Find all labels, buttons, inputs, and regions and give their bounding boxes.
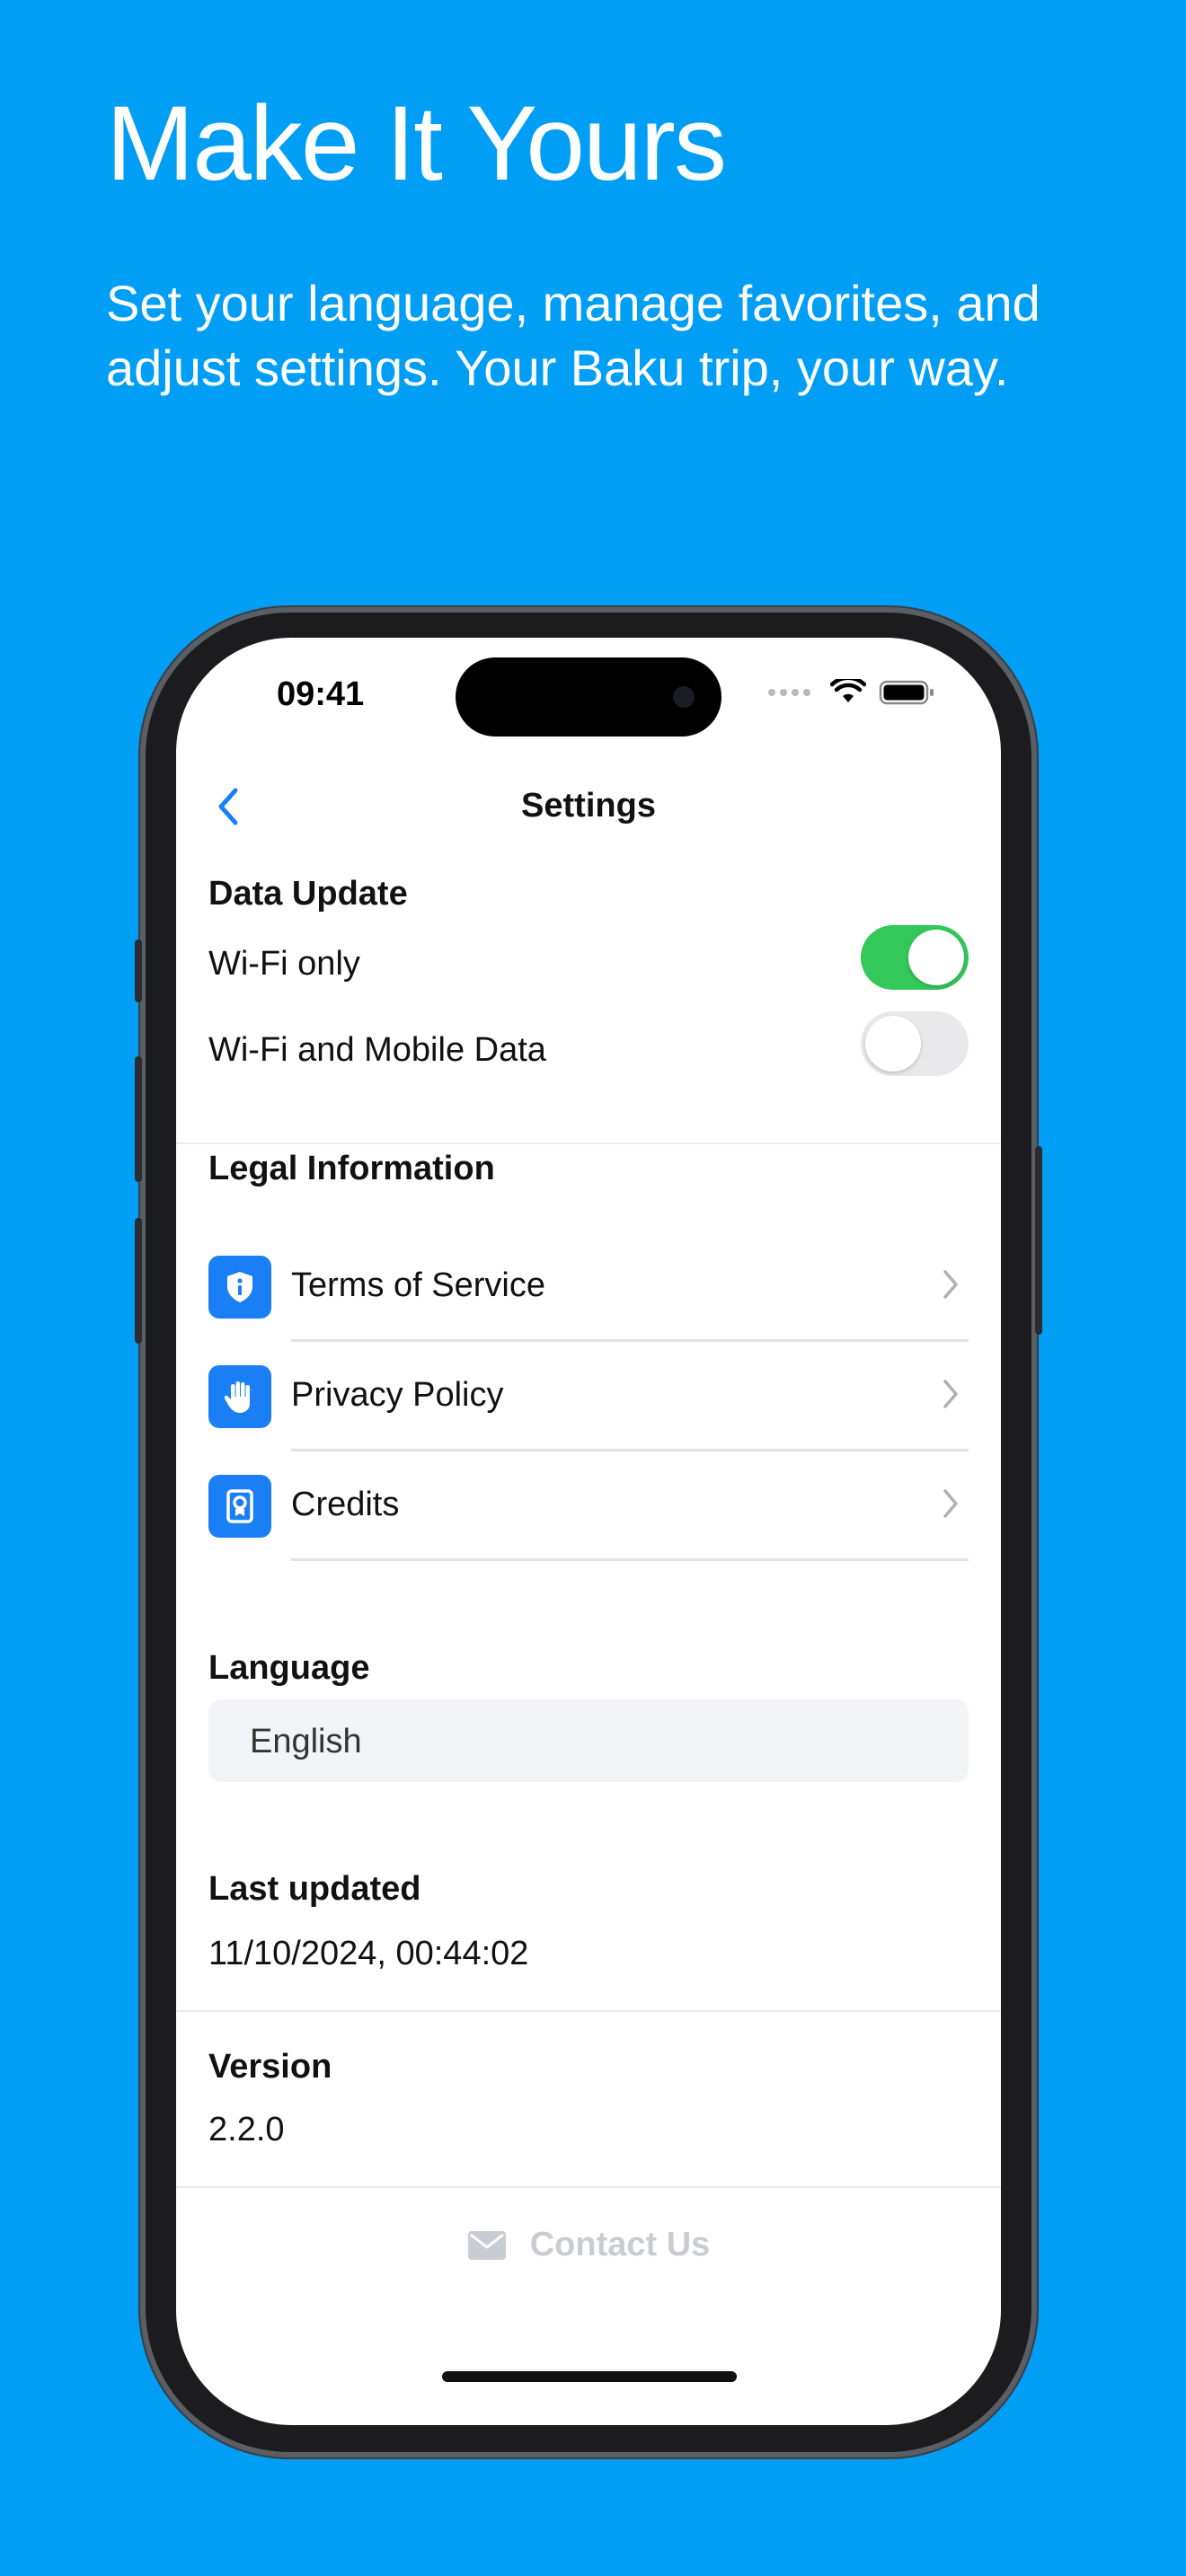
phone-action-button <box>135 940 142 1002</box>
camera-icon <box>673 686 695 708</box>
badge-icon <box>208 1475 271 1538</box>
privacy-policy-row[interactable]: Privacy Policy <box>208 1342 969 1451</box>
cellular-signal-icon <box>768 689 810 696</box>
contact-us-label: Contact Us <box>529 2226 711 2263</box>
home-indicator <box>442 2371 737 2382</box>
mail-icon <box>467 2230 506 2260</box>
status-icons <box>768 679 934 706</box>
shield-info-icon <box>208 1256 271 1319</box>
hand-icon <box>208 1365 271 1428</box>
chevron-right-icon <box>943 1380 958 1408</box>
phone-volume-up-button <box>135 1056 142 1182</box>
section-title-version: Version <box>208 2048 332 2086</box>
chevron-right-icon <box>943 1270 958 1299</box>
last-updated-value: 11/10/2024, 00:44:02 <box>208 1935 529 1972</box>
version-value: 2.2.0 <box>208 2111 285 2148</box>
section-divider <box>176 2186 1001 2188</box>
wifi-mobile-data-label: Wi-Fi and Mobile Data <box>208 1031 546 1069</box>
hero-subtitle-line-2: adjust settings. Your Baku trip, your wa… <box>106 340 1009 396</box>
phone-frame: 09:41 Settings Data Update Wi-Fi only Wi… <box>135 607 1042 2457</box>
hero-subtitle-line-1: Set your language, manage favorites, and <box>106 275 1040 331</box>
page-title: Settings <box>521 787 656 825</box>
phone-volume-down-button <box>135 1218 142 1344</box>
wifi-mobile-data-toggle[interactable] <box>861 1011 969 1076</box>
privacy-policy-label: Privacy Policy <box>291 1376 504 1414</box>
battery-icon <box>879 680 934 705</box>
credits-row[interactable]: Credits <box>208 1451 969 1561</box>
credits-label: Credits <box>291 1486 400 1523</box>
phone-screen: 09:41 Settings Data Update Wi-Fi only Wi… <box>176 638 1001 2425</box>
wifi-only-label: Wi-Fi only <box>208 945 360 983</box>
language-value: English <box>250 1723 362 1760</box>
section-divider <box>176 1142 1001 1144</box>
phone-power-button <box>1035 1146 1042 1335</box>
navigation-bar: Settings <box>176 772 1001 844</box>
section-title-data-update: Data Update <box>208 875 408 913</box>
wifi-only-toggle[interactable] <box>861 925 969 990</box>
dynamic-island <box>456 657 721 737</box>
status-time: 09:41 <box>277 675 365 713</box>
row-divider <box>291 1558 969 1561</box>
contact-us-button[interactable]: Contact Us <box>176 2226 1001 2264</box>
terms-of-service-row[interactable]: Terms of Service <box>208 1232 969 1342</box>
section-title-last-updated: Last updated <box>208 1870 421 1908</box>
section-title-language: Language <box>208 1649 370 1687</box>
wifi-icon <box>830 679 866 702</box>
language-select[interactable]: English <box>208 1699 969 1782</box>
hero-title: Make It Yours <box>106 84 727 203</box>
section-title-legal: Legal Information <box>208 1150 495 1187</box>
toggle-knob <box>908 930 964 985</box>
hero-subtitle: Set your language, manage favorites, and… <box>106 271 1112 401</box>
terms-of-service-label: Terms of Service <box>291 1266 545 1304</box>
toggle-knob <box>865 1016 921 1072</box>
section-divider <box>176 2010 1001 2012</box>
chevron-right-icon <box>943 1489 958 1518</box>
